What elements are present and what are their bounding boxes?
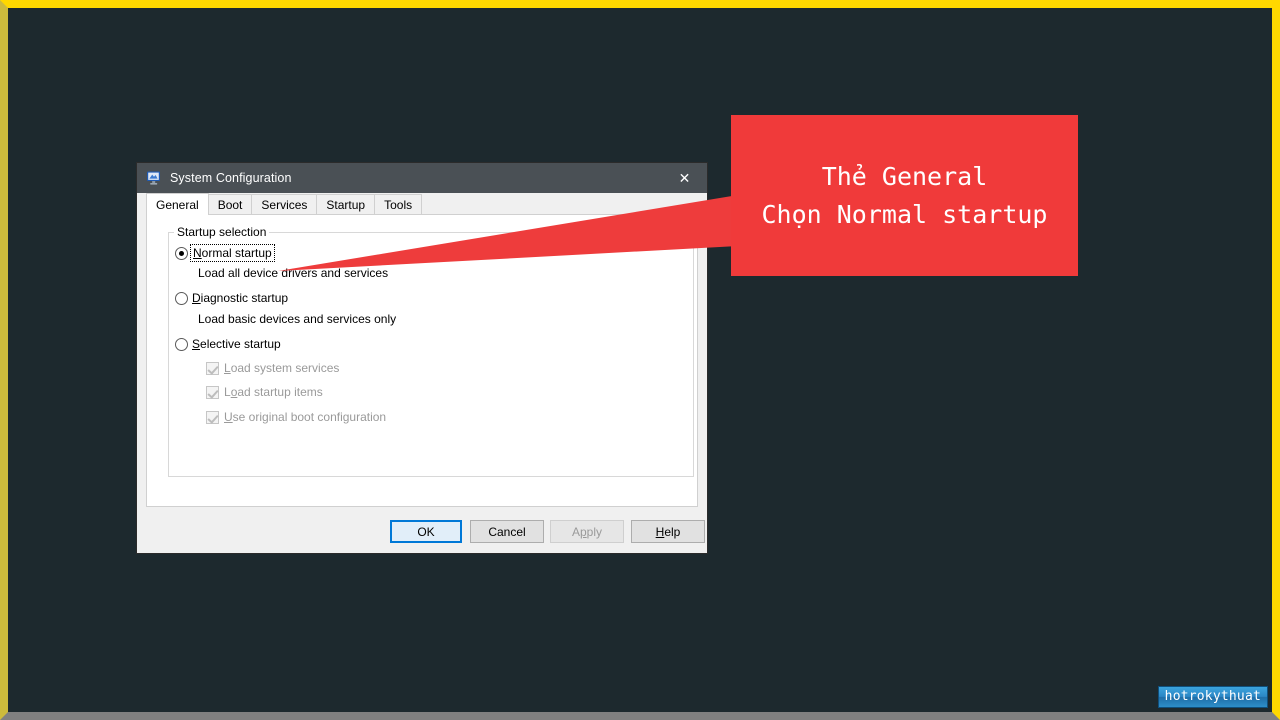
radio-diagnostic-startup-text: iagnostic startup [200, 291, 289, 305]
radio-normal-startup-description: Load all device drivers and services [198, 266, 389, 280]
cancel-button[interactable]: Cancel [470, 520, 544, 543]
group-border-left [168, 232, 169, 477]
checkbox-load-system-services-box[interactable] [206, 361, 219, 375]
accelerator-p: p [579, 524, 587, 539]
checkbox-load-startup-items[interactable]: Load startup items [206, 385, 323, 399]
checkbox-load-system-services-label: Load system services [224, 361, 339, 375]
screen-canvas: System Configuration ✕ General Boot Serv… [0, 0, 1280, 720]
accelerator-l: L [224, 361, 231, 375]
tab-boot[interactable]: Boot [207, 194, 253, 215]
radio-diagnostic-startup-indicator[interactable] [175, 292, 188, 305]
system-configuration-dialog: System Configuration ✕ General Boot Serv… [137, 163, 707, 553]
checkbox-use-original-boot-configuration-box[interactable] [206, 410, 219, 424]
radio-normal-startup[interactable]: Normal startup [175, 244, 275, 262]
callout-line-1: Thẻ General [821, 162, 988, 191]
group-border-bottom [168, 476, 694, 477]
close-icon[interactable]: ✕ [662, 163, 707, 193]
radio-selective-startup-indicator[interactable] [175, 338, 188, 351]
checkbox-use-original-boot-configuration-label: Use original boot configuration [224, 410, 386, 424]
group-border-right [693, 232, 694, 477]
radio-selective-startup[interactable]: Selective startup [175, 337, 281, 351]
accelerator-u: U [224, 410, 233, 424]
radio-selective-startup-text: elective startup [200, 337, 281, 351]
callout-box: Thẻ General Chọn Normal startup [731, 115, 1078, 276]
help-suffix: elp [664, 524, 681, 539]
radio-normal-startup-label: Normal startup [190, 244, 275, 262]
accelerator-h: H [655, 524, 665, 539]
radio-normal-startup-indicator[interactable] [175, 247, 188, 260]
checkbox-use-original-boot-configuration-text: se original boot configuration [232, 410, 387, 424]
radio-normal-startup-text: ormal startup [201, 246, 272, 260]
accelerator-s: S [192, 337, 201, 351]
dialog-title: System Configuration [170, 171, 292, 185]
apply-button: Ap ply [550, 520, 624, 543]
startup-selection-group: Startup selection Normal startup Load al… [168, 225, 694, 477]
callout-line-2: Chọn Normal startup [761, 199, 1048, 229]
tab-tools[interactable]: Tools [374, 194, 423, 215]
dialog-titlebar[interactable]: System Configuration ✕ [137, 163, 707, 193]
radio-selective-startup-label: Selective startup [192, 337, 281, 351]
tab-general[interactable]: General [146, 193, 209, 215]
tab-startup[interactable]: Startup [316, 194, 376, 215]
apply-suffix: ply [586, 524, 603, 539]
help-button[interactable]: Help [631, 520, 705, 543]
checkbox-load-startup-items-prefix: L [224, 385, 231, 399]
radio-diagnostic-startup[interactable]: Diagnostic startup [175, 291, 288, 305]
system-configuration-icon [146, 170, 162, 186]
apply-prefix: A [571, 524, 580, 539]
tab-services[interactable]: Services [251, 194, 318, 215]
accelerator-n: N [193, 246, 202, 260]
checkbox-load-startup-items-text: ad startup items [237, 385, 323, 399]
checkbox-load-startup-items-label: Load startup items [224, 385, 323, 399]
ok-button[interactable]: OK [390, 520, 462, 543]
watermark-badge: hotrokythuat [1157, 686, 1268, 708]
radio-diagnostic-startup-label: Diagnostic startup [192, 291, 288, 305]
checkbox-load-startup-items-box[interactable] [206, 385, 219, 399]
accelerator-d: D [192, 291, 201, 305]
radio-diagnostic-startup-description: Load basic devices and services only [198, 312, 397, 326]
tab-panel-general: Startup selection Normal startup Load al… [146, 214, 698, 507]
dialog-footer: OK Cancel Ap ply Help [137, 509, 707, 553]
checkbox-use-original-boot-configuration[interactable]: Use original boot configuration [206, 410, 386, 424]
checkbox-load-system-services[interactable]: Load system services [206, 361, 339, 375]
checkbox-load-system-services-text: oad system services [230, 361, 340, 375]
group-title: Startup selection [174, 225, 270, 239]
tab-strip: General Boot Services Startup Tools [137, 193, 707, 215]
